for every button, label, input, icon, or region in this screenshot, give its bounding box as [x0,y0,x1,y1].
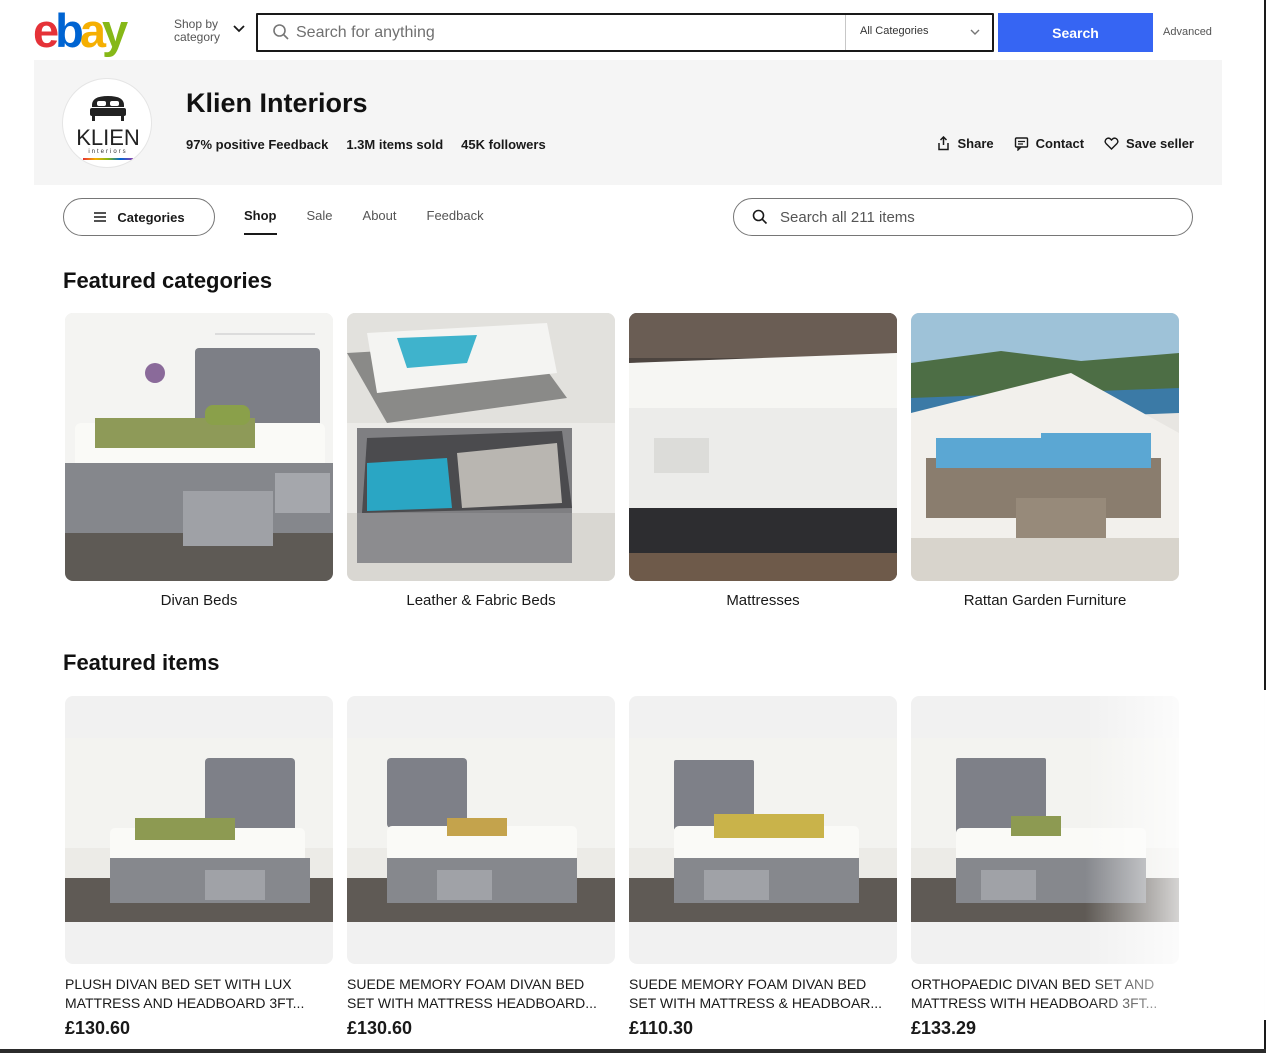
store-search-box [733,198,1193,236]
item-title[interactable]: SUEDE MEMORY FOAM DIVAN BED SET WITH MAT… [629,975,897,1013]
mattress-photo [629,313,897,581]
save-seller-button[interactable]: Save seller [1104,136,1194,151]
store-search-input[interactable] [780,205,1170,229]
logo-letter-b: b [55,4,84,57]
items-sold: 1.3M items sold [346,137,444,152]
store-logo-subtext: interiors [88,149,128,155]
featured-items-title: Featured items [63,650,220,675]
store-stats: 97% positive Feedback 1.3M items sold 45… [186,137,546,152]
window-border-bottom [0,1049,1266,1053]
category-label: Leather & Fabric Beds [406,592,556,609]
share-button[interactable]: Share [936,136,994,151]
ebay-logo[interactable]: ebay [33,4,128,57]
categories-label: Categories [117,209,185,225]
store-logo[interactable]: KLIEN interiors [62,78,152,168]
chevron-down-icon [970,29,980,35]
item-card[interactable]: ORTHOPAEDIC DIVAN BED SET AND MATTRESS W… [911,696,1179,1039]
positive-feedback[interactable]: 97% positive Feedback [186,137,328,152]
share-icon [937,136,949,151]
category-select-value: All Categories [860,25,929,37]
save-seller-label: Save seller [1126,136,1194,151]
item-image [629,696,897,964]
global-search-input[interactable] [296,19,836,46]
category-label: Mattresses [726,592,800,609]
bed-photo [347,738,615,922]
logo-letter-y: y [102,4,128,57]
item-price: £133.29 [911,1018,977,1038]
heart-icon [1104,137,1119,150]
item-card[interactable]: PLUSH DIVAN BED SET WITH LUX MATTRESS AN… [65,696,333,1039]
tab-feedback[interactable]: Feedback [427,208,484,235]
rattan-sofa-photo [911,313,1179,581]
bed-photo [629,738,897,922]
item-image [347,696,615,964]
featured-categories-title: Featured categories [63,268,273,293]
search-icon [752,209,768,225]
category-card-leather-fabric-beds[interactable]: Leather & Fabric Beds [347,313,615,609]
category-image [65,313,333,581]
item-card[interactable]: SUEDE MEMORY FOAM DIVAN BED SET WITH MAT… [629,696,897,1039]
category-image [629,313,897,581]
item-title[interactable]: ORTHOPAEDIC DIVAN BED SET AND MATTRESS W… [911,975,1179,1013]
item-image [65,696,333,964]
store-actions: Share Contact Save seller [936,136,1194,151]
tab-sale[interactable]: Sale [307,208,333,235]
contact-label: Contact [1035,136,1085,151]
global-header: ebay Shop by category All Categories Sea… [0,0,1264,60]
advanced-search-link[interactable]: Advanced [1163,26,1212,38]
store-tabs: Shop Sale About Feedback [244,208,484,235]
store-banner: KLIEN interiors Klien Interiors 97% posi… [34,60,1222,185]
contact-button[interactable]: Contact [1014,136,1084,151]
category-image [911,313,1179,581]
global-search-box: All Categories [256,13,994,52]
categories-button[interactable]: Categories [63,198,215,236]
tab-shop[interactable]: Shop [244,208,277,235]
item-price: £130.60 [65,1018,131,1038]
category-label: Rattan Garden Furniture [963,592,1127,609]
chevron-down-icon[interactable] [232,24,246,34]
category-image [347,313,615,581]
category-card-divan-beds[interactable]: Divan Beds [65,313,333,609]
item-image [911,696,1179,964]
followers-count: 45K followers [461,137,546,152]
bed-icon [90,96,126,121]
item-title[interactable]: PLUSH DIVAN BED SET WITH LUX MATTRESS AN… [65,975,333,1013]
logo-letter-e: e [33,4,59,57]
search-icon [273,24,289,40]
divan-bed-photo [65,313,333,581]
logo-letter-a: a [79,4,106,57]
category-card-rattan-garden-furniture[interactable]: Rattan Garden Furniture [911,313,1179,609]
search-button[interactable]: Search [998,13,1153,52]
store-name[interactable]: Klien Interiors [186,88,368,119]
item-card[interactable]: SUEDE MEMORY FOAM DIVAN BED SET WITH MAT… [347,696,615,1039]
category-select[interactable]: All Categories [845,15,994,50]
message-icon [1014,137,1028,151]
item-title[interactable]: SUEDE MEMORY FOAM DIVAN BED SET WITH MAT… [347,975,615,1013]
item-price: £130.60 [347,1018,413,1038]
store-logo-text: KLIEN [76,125,140,150]
store-logo-rainbow [83,158,133,160]
category-label: Divan Beds [160,592,238,609]
share-label: Share [957,136,994,151]
bed-photo [911,738,1179,922]
tab-about[interactable]: About [363,208,397,235]
shop-by-category-button[interactable]: Shop by category [174,18,234,44]
item-price: £110.30 [629,1018,694,1038]
bed-photo [65,738,333,922]
category-card-mattresses[interactable]: Mattresses [629,313,897,609]
hamburger-icon [94,212,107,222]
ottoman-bed-photo [347,313,615,581]
